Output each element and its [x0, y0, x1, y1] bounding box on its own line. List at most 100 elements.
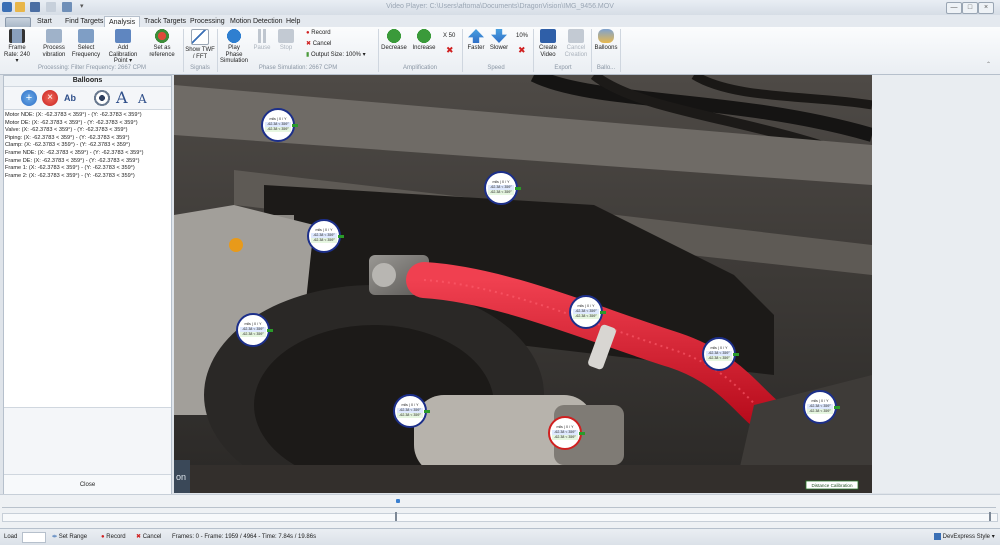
pause-button[interactable]: Pause — [252, 29, 272, 63]
set-range-button[interactable]: ⇹ Set Range — [52, 533, 87, 542]
timeline — [0, 494, 1000, 529]
tab-track-targets[interactable]: Track Targets — [140, 16, 190, 27]
stop-icon — [278, 29, 294, 43]
tab-motion-detection[interactable]: Motion Detection — [226, 16, 287, 27]
increase-font-icon[interactable]: A — [116, 90, 132, 106]
measurement-balloon[interactable]: mils | X / Y -62.38 < 359° -62.38 < 359° — [393, 394, 430, 428]
frame-range-slider[interactable] — [2, 513, 998, 522]
collapse-ribbon-icon[interactable]: ⌃ — [986, 61, 991, 70]
create-video-label-2: Video — [540, 51, 556, 58]
theme-label: DevExpress Style ▾ — [942, 534, 995, 541]
theme-selector[interactable]: DevExpress Style ▾ — [934, 533, 995, 542]
close-panel-button[interactable]: Close — [4, 474, 171, 495]
window-title: Video Player: C:\Users\aftoma\Documents\… — [386, 3, 614, 10]
status-record-button[interactable]: ● Record — [101, 533, 126, 542]
balloon-pointer — [424, 410, 430, 413]
show-twf-fft-button[interactable]: Show TWF / FFT — [185, 29, 215, 63]
output-size-label: Output Size: 100% ▾ — [310, 52, 366, 58]
list-item[interactable]: Frame NDE: (X: -62.3783 < 359°) - (Y: -6… — [5, 150, 170, 158]
faster-button[interactable]: Faster — [465, 29, 487, 63]
reference-icon — [154, 29, 170, 43]
list-item[interactable]: Frame DE: (X: -62.3783 < 359°) - (Y: -62… — [5, 158, 170, 166]
list-item[interactable]: Valve: (X: -62.3783 < 359°) - (Y: -62.37… — [5, 127, 170, 135]
balloon-y-value: -62.38 < 359° — [807, 409, 833, 414]
tab-start[interactable]: Start — [33, 16, 56, 27]
faster-label: Faster — [467, 45, 485, 51]
minimize-button[interactable]: — — [946, 2, 962, 14]
group-speed-label: Speed — [487, 65, 505, 71]
frame-rate-button[interactable]: Frame Rate: 240 ▾ — [3, 29, 31, 64]
close-window-button[interactable]: × — [978, 2, 994, 14]
group-phase-simulation-label: Phase Simulation: 2667 CPM — [258, 65, 338, 71]
increase-button[interactable]: Increase — [410, 29, 438, 63]
title-bar: ▾ Video Player: C:\Users\aftoma\Document… — [0, 0, 1000, 16]
maximize-button[interactable]: □ — [962, 2, 978, 14]
add-calibration-point-button[interactable]: Add Calibration Point ▾ — [103, 29, 143, 64]
separator — [183, 29, 184, 72]
create-video-button[interactable]: Create Video — [536, 29, 560, 63]
measurement-balloon[interactable]: mils | X / Y -62.38 < 359° -62.38 < 359° — [236, 313, 273, 347]
balloon-pointer — [515, 187, 521, 190]
measurement-balloon[interactable]: mils | X / Y -62.38 < 359° -62.38 < 359° — [548, 416, 585, 450]
cancel-button[interactable]: ✖ Cancel — [306, 40, 331, 49]
process-vibration-label-2: vibration — [42, 51, 66, 58]
show-twf-label-1: Show TWF — [185, 47, 215, 53]
load-input[interactable] — [22, 532, 46, 543]
rename-label-icon[interactable]: Ab — [64, 90, 86, 106]
measurement-balloon[interactable]: mils | X / Y -62.38 < 359° -62.38 < 359° — [569, 295, 606, 329]
measurement-balloon[interactable]: mils | X / Y -62.38 < 359° -62.38 < 359° — [261, 108, 298, 142]
measurement-balloon[interactable]: mils | X / Y -62.38 < 359° -62.38 < 359° — [702, 337, 739, 371]
speed-percentage: 10% — [516, 33, 529, 39]
decrease-font-icon[interactable]: A — [138, 90, 154, 106]
balloon-pointer — [834, 406, 840, 409]
measurement-balloon[interactable]: mils | X / Y -62.38 < 359° -62.38 < 359° — [803, 390, 840, 424]
slower-button[interactable]: Slower — [488, 29, 510, 63]
measurement-balloon[interactable]: mils | X / Y -62.38 < 359° -62.38 < 359° — [307, 219, 344, 253]
list-item[interactable]: Motor NDE: (X: -62.3783 < 359°) - (Y: -6… — [5, 112, 170, 120]
list-item[interactable]: Piping: (X: -62.3783 < 359°) - (Y: -62.3… — [5, 135, 170, 143]
separator — [620, 29, 621, 72]
cancel-icon: ✖ — [306, 41, 313, 47]
list-item[interactable]: Frame 2: (X: -62.3783 < 359°) - (Y: -62.… — [5, 173, 170, 181]
balloon-y-value: -62.38 < 359° — [397, 413, 423, 418]
balloons-button[interactable]: Balloons — [594, 29, 618, 63]
select-frequency-button[interactable]: Select Frequency — [71, 29, 101, 63]
cancel-creation-button[interactable]: Cancel Creation — [562, 29, 590, 63]
add-balloon-icon[interactable]: + — [21, 90, 37, 106]
theme-icon — [934, 533, 941, 540]
balloon-y-value: -62.38 < 359° — [488, 190, 514, 195]
balloons-panel: Balloons + × Ab A A Motor NDE: (X: -62.3… — [3, 75, 172, 495]
play-phase-simulation-button[interactable]: Play Phase Simulation — [219, 29, 249, 64]
delete-balloon-icon[interactable]: × — [42, 90, 58, 106]
balloon-list: Motor NDE: (X: -62.3783 < 359°) - (Y: -6… — [5, 112, 170, 180]
tab-help[interactable]: Help — [282, 16, 304, 27]
measurement-balloon[interactable]: mils | X / Y -62.38 < 359° -62.38 < 359° — [484, 171, 521, 205]
status-cancel-label: Cancel — [142, 534, 162, 540]
visibility-eye-icon[interactable] — [92, 90, 112, 106]
decrease-button[interactable]: Decrease — [380, 29, 408, 63]
frame-slider-thumb[interactable] — [395, 512, 397, 521]
video-frame[interactable]: on Distance Calibration mils | X / Y -62.… — [174, 75, 872, 493]
panel-toolbar: + × Ab A A — [4, 87, 171, 110]
select-frequency-label-2: Frequency — [71, 51, 101, 58]
playhead-marker[interactable] — [396, 499, 400, 503]
film-icon — [9, 29, 25, 43]
list-item[interactable]: Motor DE: (X: -62.3783 < 359°) - (Y: -62… — [5, 120, 170, 128]
slower-icon — [491, 29, 507, 43]
status-cancel-button[interactable]: ✖ Cancel — [136, 533, 161, 542]
balloon-y-value: -62.38 < 359° — [706, 356, 732, 361]
process-vibration-button[interactable]: Process vibration — [40, 29, 68, 63]
range-end-thumb[interactable] — [989, 512, 991, 521]
tab-find-targets[interactable]: Find Targets — [61, 16, 107, 27]
list-item[interactable]: Frame 1: (X: -62.3783 < 359°) - (Y: -62.… — [5, 165, 170, 173]
set-as-reference-button[interactable]: Set as reference — [147, 29, 177, 63]
stop-button[interactable]: Stop — [276, 29, 296, 63]
list-item[interactable]: Clamp: (X: -62.3783 < 359°) - (Y: -62.37… — [5, 142, 170, 150]
separator — [217, 29, 218, 72]
reset-speed-icon[interactable]: ✖ — [518, 46, 526, 55]
tab-processing[interactable]: Processing — [186, 16, 229, 27]
reset-amplification-icon[interactable]: ✖ — [446, 46, 454, 55]
output-size-dropdown[interactable]: ▮ Output Size: 100% ▾ — [306, 51, 366, 60]
cancel-creation-label-2: Creation — [564, 51, 588, 58]
record-button[interactable]: ● Record — [306, 29, 331, 38]
